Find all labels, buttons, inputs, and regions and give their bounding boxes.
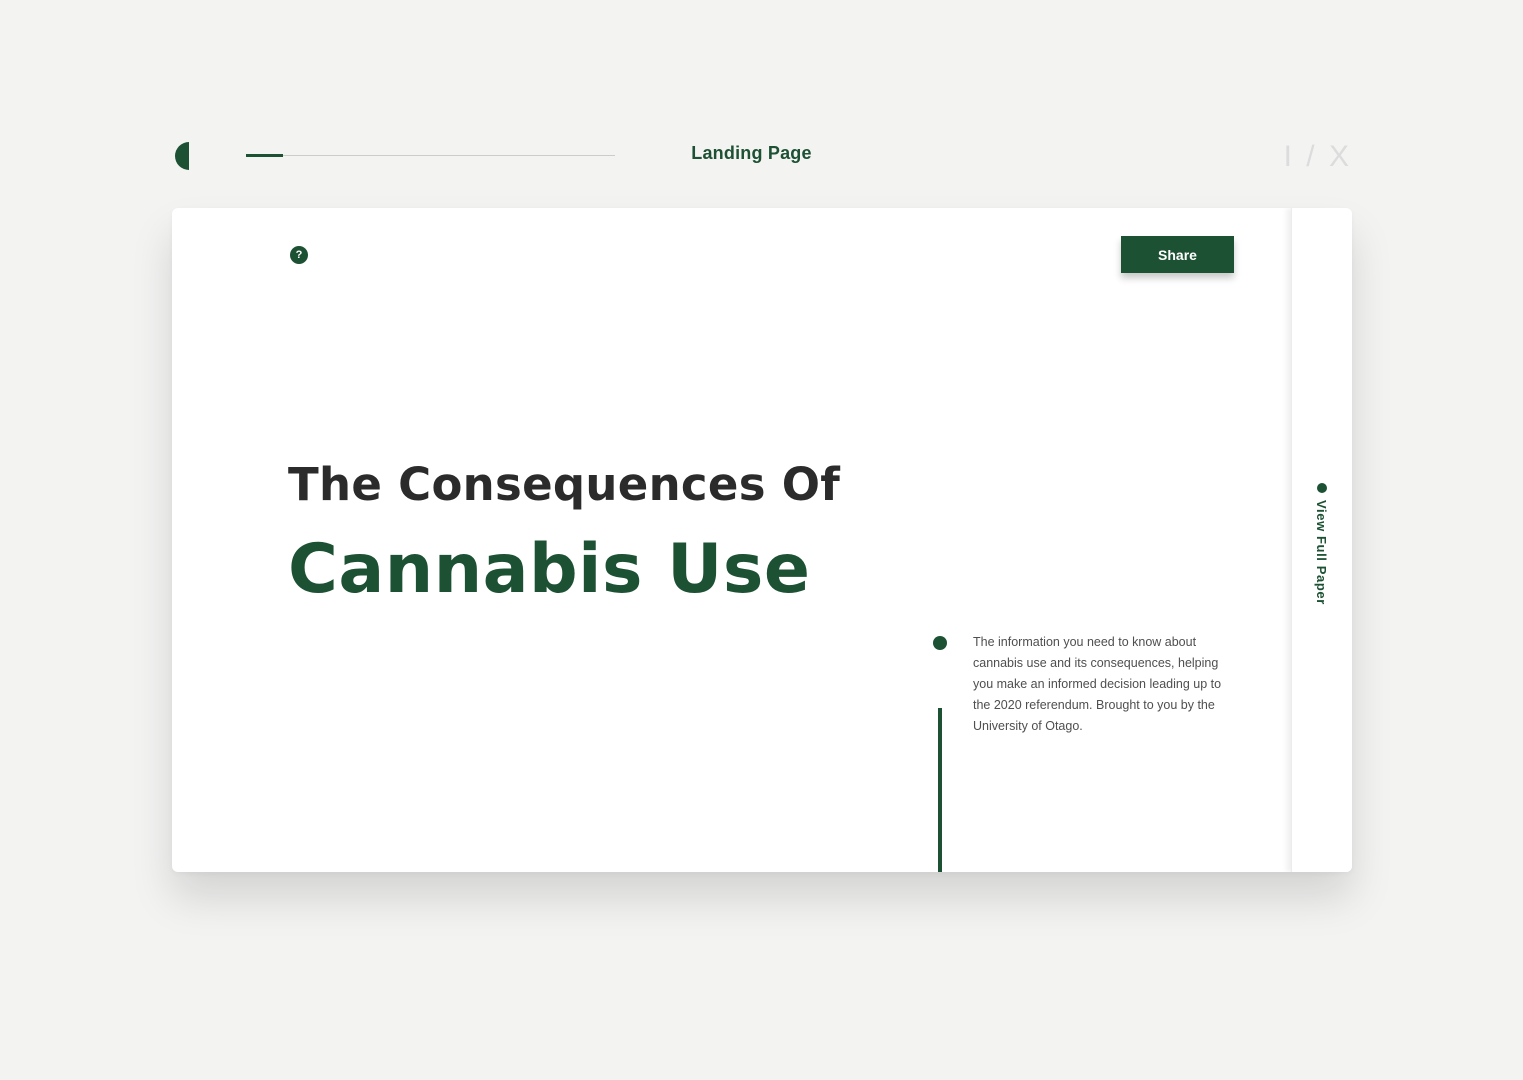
share-button[interactable]: Share	[1121, 236, 1234, 273]
view-full-paper-link[interactable]: View Full Paper	[1314, 480, 1330, 610]
hero-title-line1: The Consequences Of	[288, 458, 841, 511]
page-title: Landing Page	[691, 143, 812, 163]
question-icon[interactable]: ?	[290, 246, 308, 264]
half-circle-logo-icon	[175, 142, 203, 170]
view-full-paper-label: View Full Paper	[1314, 500, 1329, 605]
progress-bar	[246, 154, 615, 157]
half-circle-icon	[1317, 480, 1327, 498]
timeline-dot	[933, 636, 947, 650]
hero-title-line2: Cannabis Use	[288, 530, 811, 609]
landing-card: ? Share The Consequences Of Cannabis Use…	[172, 208, 1352, 872]
side-panel: View Full Paper	[1291, 208, 1352, 872]
slide-counter: I / X	[1283, 140, 1352, 173]
intro-description: The information you need to know about c…	[973, 635, 1222, 733]
progress-fill	[246, 154, 283, 157]
timeline-line	[938, 708, 942, 872]
